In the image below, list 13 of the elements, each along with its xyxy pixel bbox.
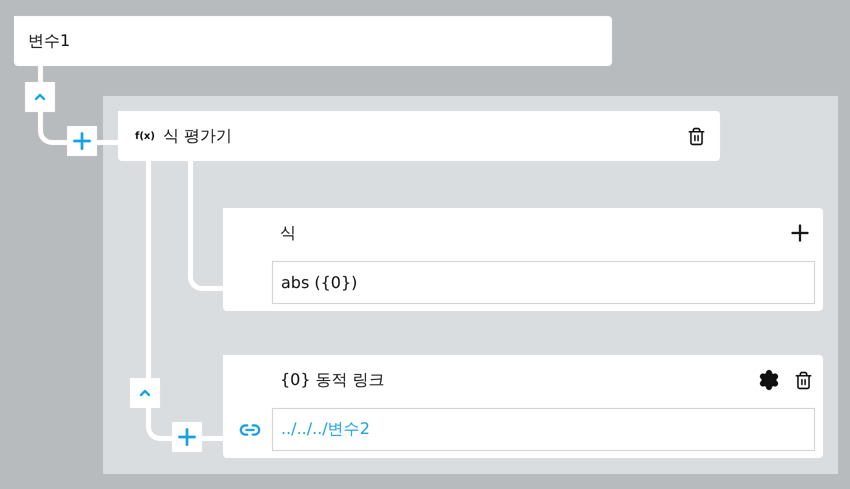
- collapse-button[interactable]: [25, 82, 55, 112]
- settings-icon[interactable]: [758, 369, 780, 391]
- delete-icon[interactable]: [687, 126, 706, 146]
- expression-field[interactable]: abs ({0}): [272, 261, 815, 304]
- add-button[interactable]: [67, 126, 97, 156]
- node-title: 변수1: [28, 30, 70, 52]
- field-label: 식: [280, 222, 296, 244]
- node-title: 식 평가기: [162, 126, 232, 146]
- field-label: {0} 동적 링크: [280, 370, 385, 390]
- add-button[interactable]: [172, 422, 202, 452]
- collapse-button[interactable]: [130, 378, 160, 408]
- delete-icon[interactable]: [794, 370, 813, 390]
- function-label: f(x): [135, 130, 155, 142]
